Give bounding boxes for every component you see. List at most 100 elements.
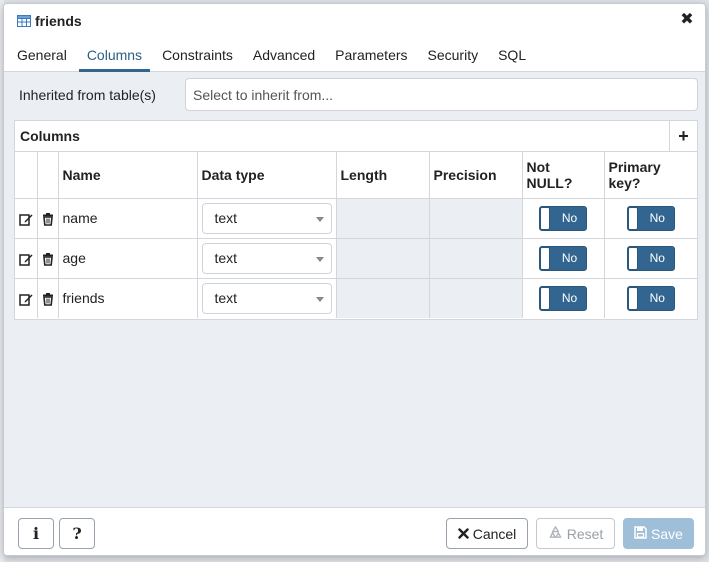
close-icon: [458, 526, 469, 542]
dialog-title: friends: [35, 13, 82, 29]
chevron-down-icon: [315, 216, 324, 222]
edit-icon[interactable]: [19, 292, 33, 307]
inherit-select[interactable]: [185, 78, 698, 111]
toggle-label: No: [649, 250, 665, 265]
primary-key-toggle[interactable]: No: [626, 245, 675, 271]
toggle-knob: [540, 286, 550, 310]
table-row: friends text No No: [15, 278, 697, 318]
header-data-type: Data type: [197, 152, 337, 199]
primary-key-toggle[interactable]: No: [626, 205, 675, 231]
header-name: Name: [58, 152, 198, 199]
dialog-footer: i ? Cancel Reset Save: [4, 507, 705, 555]
tab-columns[interactable]: Columns: [78, 38, 151, 72]
toggle-label: No: [649, 290, 665, 305]
precision-cell: [429, 238, 523, 279]
edit-cell: [15, 198, 38, 239]
not-null-cell: No: [522, 278, 605, 318]
column-name-cell[interactable]: age: [58, 238, 198, 279]
edit-icon[interactable]: [19, 212, 33, 226]
table-properties-dialog: friends ✖ General Columns Constraints Ad…: [3, 3, 706, 556]
toggle-knob: [627, 206, 638, 230]
data-type-value: text: [214, 250, 238, 266]
header-edit-col: [15, 152, 38, 199]
question-icon: ?: [72, 524, 82, 543]
delete-cell: [37, 278, 59, 318]
trash-icon[interactable]: [41, 252, 55, 266]
edit-cell: [15, 238, 38, 279]
precision-cell: [429, 198, 523, 239]
columns-table: Name Data type Length Precision Not NULL…: [15, 152, 697, 318]
length-cell: [336, 278, 430, 318]
not-null-cell: No: [522, 238, 605, 279]
tab-bar: General Columns Constraints Advanced Par…: [4, 38, 705, 72]
inherit-label: Inherited from table(s): [19, 87, 156, 103]
column-name-cell[interactable]: friends: [58, 278, 198, 318]
tab-security[interactable]: Security: [420, 38, 487, 71]
toggle-label: No: [561, 290, 578, 305]
table-icon: [17, 14, 31, 28]
delete-cell: [37, 238, 59, 279]
precision-cell: [429, 278, 523, 318]
toggle-knob: [540, 206, 550, 230]
toggle-knob: [627, 246, 638, 270]
column-name-cell[interactable]: name: [58, 198, 198, 239]
info-button[interactable]: i: [18, 518, 54, 549]
toggle-knob: [627, 286, 638, 310]
table-row: age text No No: [15, 238, 697, 279]
save-button[interactable]: Save: [623, 518, 694, 549]
floppy-disk-icon: [634, 525, 647, 542]
header-not-null: Not NULL?: [522, 152, 605, 199]
data-type-cell: text: [197, 238, 337, 279]
data-type-cell: text: [197, 198, 337, 239]
primary-key-cell: No: [604, 278, 697, 318]
not-null-toggle[interactable]: No: [539, 205, 587, 231]
inherit-row: Inherited from table(s): [18, 78, 698, 112]
columns-panel-title: Columns: [20, 128, 80, 144]
save-button-label: Save: [651, 525, 683, 542]
columns-panel: Columns + Name Data type Length Precisio…: [14, 120, 698, 320]
help-button[interactable]: ?: [59, 518, 95, 549]
tab-constraints[interactable]: Constraints: [154, 38, 241, 71]
header-precision: Precision: [429, 152, 523, 199]
dialog-titlebar: friends ✖: [4, 4, 705, 38]
header-primary-key: Primary key?: [604, 152, 697, 199]
table-header-row: Name Data type Length Precision Not NULL…: [15, 152, 697, 199]
close-icon[interactable]: ✖: [679, 12, 695, 28]
trash-icon[interactable]: [41, 292, 55, 307]
chevron-down-icon: [315, 296, 324, 302]
not-null-toggle[interactable]: No: [539, 245, 587, 271]
tab-advanced[interactable]: Advanced: [245, 38, 323, 71]
toggle-knob: [540, 246, 550, 270]
trash-icon[interactable]: [41, 212, 55, 226]
add-column-button[interactable]: +: [669, 121, 697, 151]
primary-key-cell: No: [604, 238, 697, 279]
header-delete-col: [37, 152, 59, 199]
primary-key-toggle[interactable]: No: [626, 285, 675, 311]
cancel-button[interactable]: Cancel: [446, 518, 528, 549]
data-type-cell: text: [197, 278, 337, 318]
toggle-label: No: [561, 250, 578, 265]
primary-key-cell: No: [604, 198, 697, 239]
data-type-value: text: [214, 290, 238, 307]
data-type-value: text: [214, 210, 238, 226]
tab-general[interactable]: General: [9, 38, 75, 71]
length-cell: [336, 198, 430, 239]
data-type-select[interactable]: text: [201, 242, 332, 274]
edit-icon[interactable]: [19, 252, 33, 266]
edit-cell: [15, 278, 38, 318]
tab-parameters[interactable]: Parameters: [327, 38, 415, 71]
not-null-cell: No: [522, 198, 605, 239]
data-type-select[interactable]: text: [201, 202, 332, 234]
columns-panel-header: Columns +: [15, 121, 697, 152]
length-cell: [336, 238, 430, 279]
tab-sql[interactable]: SQL: [490, 38, 534, 71]
not-null-toggle[interactable]: No: [539, 285, 587, 311]
cancel-button-label: Cancel: [472, 525, 517, 542]
reset-button[interactable]: Reset: [536, 518, 615, 549]
data-type-select[interactable]: text: [201, 282, 332, 314]
toggle-label: No: [649, 210, 665, 225]
reset-button-label: Reset: [566, 525, 604, 542]
chevron-down-icon: [315, 256, 324, 262]
recycle-icon: [548, 525, 563, 543]
toggle-label: No: [561, 210, 578, 225]
